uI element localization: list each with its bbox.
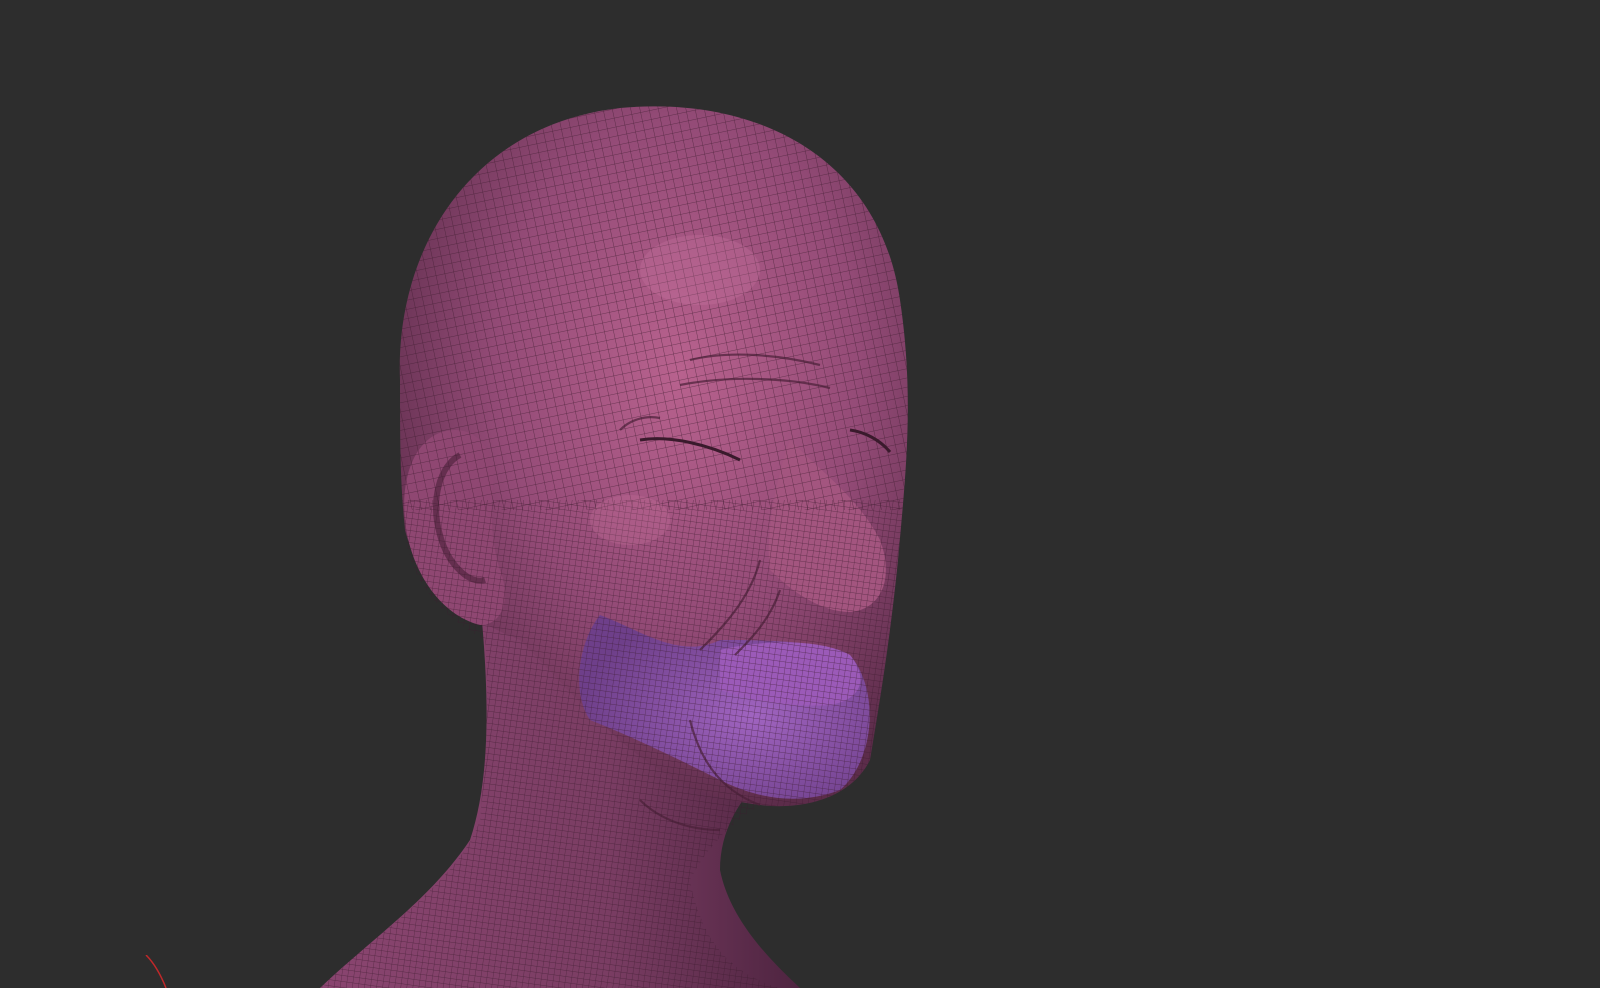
axis-gizmo — [145, 955, 167, 988]
canvas-viewport[interactable] — [0, 0, 1600, 988]
scalp-highlight — [640, 235, 760, 305]
sculpt-model[interactable] — [0, 0, 1600, 988]
cheek-highlight — [590, 495, 670, 545]
